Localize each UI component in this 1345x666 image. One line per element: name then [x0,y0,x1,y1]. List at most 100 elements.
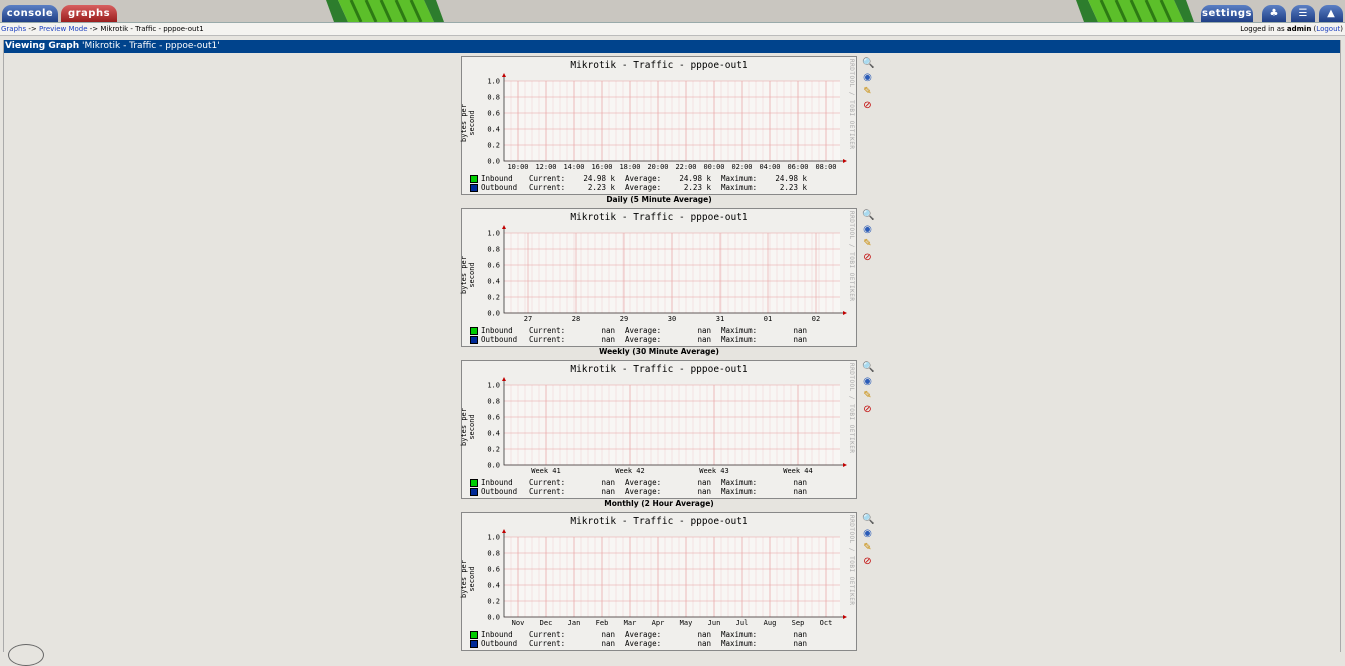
breadcrumb: Graphs -> Preview Mode -> Mikrotik - Tra… [1,23,204,35]
preview-view-button[interactable]: ▲ [1319,5,1343,22]
x-tick-label: 30 [668,315,676,323]
x-tick-label: 01 [764,315,772,323]
legend-current-value: nan [601,335,615,344]
y-tick-label: 1.0 [487,78,500,86]
y-tick-label: 0.0 [487,462,500,470]
x-tick-label: 28 [572,315,580,323]
x-tick-label: 02 [812,315,820,323]
zoom-icon[interactable]: 🔍 [862,58,874,69]
breadcrumb-separator: -> [28,25,37,33]
graph-plot: 1.0 0.8 0.6 0.4 0.2 0.0 Week 41 Week 42 Week 43 W… [487,377,847,475]
legend-average-value: nan [697,639,711,648]
legend-row-inbound: Inbound Current: nan Average: nan Maximum: nan [470,630,807,639]
y-tick-label: 0.0 [487,614,500,622]
legend-average-label: Average: [625,335,662,344]
csv-export-icon[interactable]: ◉ [862,528,873,539]
x-tick-label: Week 41 [531,467,561,475]
list-view-button[interactable]: ☰ [1291,5,1315,22]
y-axis-arrow [502,377,506,381]
x-tick-label: Mar [624,619,637,627]
legend-series-name: Outbound [481,639,518,648]
legend-row-outbound: Outbound Current: nan Average: nan Maximum: na… [470,639,807,648]
y-tick-label: 1.0 [487,534,500,542]
x-tick-label: 00:00 [703,163,724,171]
csv-export-icon[interactable]: ◉ [862,376,873,387]
x-tick-label: 18:00 [619,163,640,171]
legend-swatch-inbound [470,327,478,335]
graph-image[interactable]: Mikrotik - Traffic - pppoe-out1 bytes per… [460,208,857,347]
x-tick-label: 02:00 [731,163,752,171]
y-tick-label: 0.2 [487,294,500,302]
y-tick-label: 0.8 [487,398,500,406]
x-tick-label: 16:00 [591,163,612,171]
edit-icon[interactable]: ✎ [862,86,873,97]
tab-console[interactable]: console [2,5,58,22]
breadcrumb-graphs-link[interactable]: Graphs [1,25,26,33]
graph-tools: 🔍 ◉ ✎ ⊘ [862,362,874,418]
tab-graphs[interactable]: graphs [61,5,117,22]
x-tick-label: Week 44 [783,467,813,475]
x-axis-arrow [843,159,847,163]
legend-average-value: nan [697,630,711,639]
y-tick-label: 0.8 [487,94,500,102]
graph-tools: 🔍 ◉ ✎ ⊘ [862,210,874,266]
edit-icon[interactable]: ✎ [862,542,873,553]
delete-icon[interactable]: ⊘ [862,100,873,111]
login-prefix: Logged in as [1240,25,1285,33]
y-tick-label: 0.2 [487,446,500,454]
zoom-icon[interactable]: 🔍 [862,362,874,373]
x-tick-label: 27 [524,315,532,323]
zoom-icon[interactable]: 🔍 [862,210,874,221]
page-title-value: 'Mikrotik - Traffic - pppoe-out1' [82,41,220,51]
preview-icon: ▲ [1327,8,1335,19]
graph-image[interactable]: Mikrotik - Traffic - pppoe-out1 bytes per… [460,360,857,499]
legend-maximum-value: nan [793,639,807,648]
legend-current-label: Current: [529,326,566,335]
y-tick-label: 1.0 [487,230,500,238]
list-view-icon: ☰ [1298,8,1308,19]
delete-icon[interactable]: ⊘ [862,252,873,263]
legend-series-name: Inbound [481,630,513,639]
header-decoration-left [326,0,444,22]
legend-swatch-outbound [470,184,478,192]
tab-settings[interactable]: settings [1201,5,1253,22]
zoom-icon[interactable]: 🔍 [862,514,874,525]
graph-image[interactable]: Mikrotik - Traffic - pppoe-out1 bytes per… [460,56,857,195]
edit-icon[interactable]: ✎ [862,238,873,249]
legend-maximum-value: nan [793,630,807,639]
legend-maximum-label: Maximum: [721,630,758,639]
edit-icon[interactable]: ✎ [862,390,873,401]
legend-current-value: nan [601,478,615,487]
x-tick-label: 06:00 [787,163,808,171]
x-tick-label: May [680,619,693,627]
legend-average-label: Average: [625,639,662,648]
legend-series-name: Inbound [481,174,513,183]
breadcrumb-preview-link[interactable]: Preview Mode [39,25,88,33]
legend-maximum-value: nan [793,335,807,344]
legend-current-label: Current: [529,630,566,639]
legend-row-outbound: Outbound Current: nan Average: nan Maximum: na… [470,487,807,496]
legend-maximum-label: Maximum: [721,639,758,648]
tree-view-button[interactable]: ♣ [1262,5,1286,22]
login-status: Logged in as admin (Logout) [1240,25,1343,33]
x-axis-arrow [843,463,847,467]
y-axis-arrow [502,225,506,229]
csv-export-icon[interactable]: ◉ [862,72,873,83]
legend-swatch-outbound [470,640,478,648]
tree-view-icon: ♣ [1269,8,1279,19]
y-tick-label: 0.6 [487,414,500,422]
y-tick-label: 0.8 [487,550,500,558]
delete-icon[interactable]: ⊘ [862,404,873,415]
x-tick-label: Week 43 [699,467,729,475]
legend-maximum-value: nan [793,478,807,487]
logout-link[interactable]: Logout [1316,25,1340,33]
graph-image[interactable]: Mikrotik - Traffic - pppoe-out1 bytes per… [460,512,857,651]
csv-export-icon[interactable]: ◉ [862,224,873,235]
legend-current-label: Current: [529,478,566,487]
x-tick-label: Jul [736,619,749,627]
y-tick-label: 0.4 [487,582,500,590]
graph-tools: 🔍 ◉ ✎ ⊘ [862,58,874,114]
legend-row-inbound: Inbound Current: nan Average: nan Maximum: nan [470,478,807,487]
top-navigation: console graphs settings ♣ ☰ ▲ [0,0,1345,22]
delete-icon[interactable]: ⊘ [862,556,873,567]
